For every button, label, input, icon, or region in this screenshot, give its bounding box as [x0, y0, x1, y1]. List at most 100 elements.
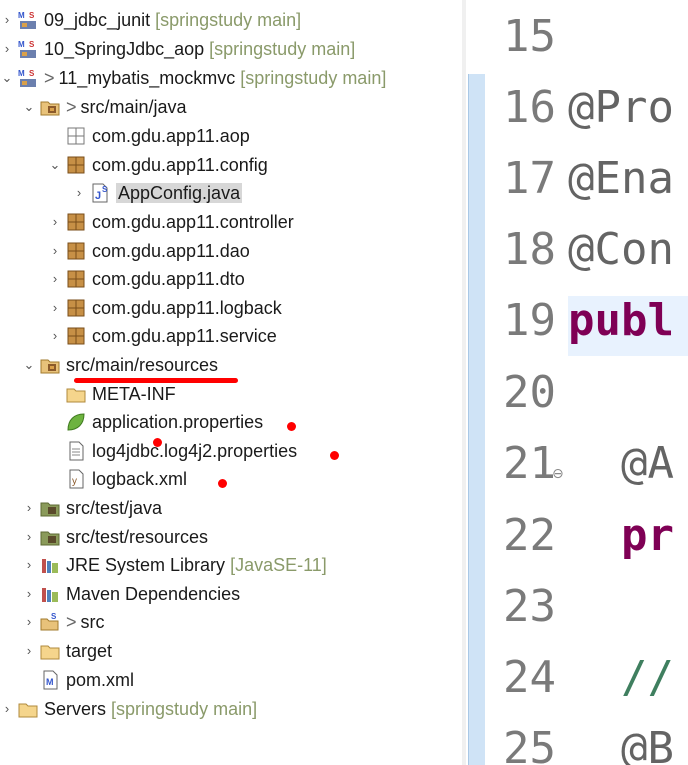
code-line[interactable]: @Pro [568, 79, 674, 137]
code-line[interactable]: publ [568, 292, 674, 350]
change-marker: > [44, 68, 55, 88]
tree-item-label: log4jdbc.log4j2.properties [92, 441, 298, 461]
maven-project-icon: MS [18, 68, 38, 88]
collapse-arrow-icon[interactable]: › [22, 551, 36, 579]
collapse-arrow-icon[interactable]: › [0, 695, 14, 723]
tree-item-label: src/test/resources [66, 527, 209, 547]
tree-item-label: 09_jdbc_junit [44, 10, 151, 30]
library-icon [40, 555, 60, 575]
collapse-arrow-icon[interactable]: › [48, 294, 62, 322]
empty-package-icon [66, 126, 86, 146]
xml-file-icon: y [66, 469, 86, 489]
tree-item-label: JRE System Library [66, 555, 226, 575]
package-icon [66, 326, 86, 346]
repo-decoration: [springstudy main] [155, 10, 302, 30]
tree-item-label: 10_SpringJdbc_aop [44, 39, 205, 59]
tree-item-label: AppConfig.java [116, 183, 243, 203]
code-line[interactable]: @B [568, 720, 674, 765]
change-marker: > [66, 97, 77, 117]
line-number: 15 [503, 11, 556, 62]
text-file-icon [66, 441, 86, 461]
tree-item-label: src/main/java [80, 97, 187, 117]
expand-arrow-icon[interactable]: ⌄ [22, 351, 36, 379]
collapse-arrow-icon[interactable]: › [22, 580, 36, 608]
code-line[interactable]: @Con [568, 221, 674, 279]
tree-item-label: src/main/resources [66, 355, 219, 375]
red-dot-mark [330, 451, 339, 460]
maven-project-icon: MS [18, 39, 38, 59]
tree-item-label: com.gdu.app11.controller [92, 212, 294, 232]
tree-item-label: Servers [44, 699, 107, 719]
change-marker: > [66, 612, 77, 632]
svg-text:M: M [18, 69, 25, 78]
tree-item-label: Maven Dependencies [66, 584, 241, 604]
package-icon [66, 241, 86, 261]
repo-decoration: [JavaSE-11] [230, 555, 327, 575]
tree-item-label: com.gdu.app11.dto [92, 269, 245, 289]
overview-ruler[interactable] [468, 74, 485, 765]
svg-text:M: M [18, 11, 25, 20]
collapse-arrow-icon[interactable]: › [22, 608, 36, 636]
tree-item-label: logback.xml [92, 469, 188, 489]
svg-text:S: S [51, 612, 57, 621]
line-number: 16 [503, 82, 556, 133]
line-number: 23 [503, 581, 556, 632]
code-line[interactable]: @Ena [568, 150, 674, 208]
tree-item-label: com.gdu.app11.logback [92, 298, 282, 318]
test-folder-icon [40, 498, 60, 518]
svg-text:M: M [46, 677, 54, 687]
line-number: 21 [503, 438, 556, 489]
maven-pom-icon: M [40, 670, 60, 690]
collapse-arrow-icon[interactable]: › [0, 6, 14, 34]
repo-decoration: [springstudy main] [240, 68, 387, 88]
svg-text:S: S [29, 40, 35, 49]
repo-decoration: [springstudy main] [111, 699, 258, 719]
expand-arrow-icon[interactable]: ⌄ [0, 64, 14, 92]
code-line[interactable]: pr [568, 507, 674, 565]
code-editor[interactable]: 15 16 @Pro 17 @Ena 18 @Con 19 publ 20 21 @A 22 pr 23… [486, 0, 688, 765]
collapse-arrow-icon[interactable]: › [48, 322, 62, 350]
package-icon [66, 212, 86, 232]
servers-folder-icon [18, 699, 38, 719]
code-line[interactable]: // [568, 649, 674, 707]
collapse-arrow-icon[interactable]: › [22, 494, 36, 522]
svg-text:M: M [18, 40, 25, 49]
maven-project-icon: MS [18, 10, 38, 30]
tree-item-label: src [80, 612, 105, 632]
tree-item-label: com.gdu.app11.config [92, 155, 268, 175]
line-number: 17 [503, 153, 556, 204]
collapse-arrow-icon[interactable]: › [48, 237, 62, 265]
spring-properties-icon [66, 412, 86, 432]
tree-item-label: application.properties [92, 412, 264, 432]
src-folder-icon: S [40, 612, 60, 632]
collapse-arrow-icon[interactable]: › [48, 208, 62, 236]
collapse-arrow-icon[interactable]: › [22, 523, 36, 551]
code-line[interactable]: @A [568, 435, 674, 493]
line-number: 25 [503, 723, 556, 765]
svg-text:J: J [95, 190, 101, 202]
repo-decoration: [springstudy main] [209, 39, 356, 59]
package-icon [66, 298, 86, 318]
collapse-arrow-icon[interactable]: › [72, 179, 86, 207]
package-icon [66, 155, 86, 175]
java-file-icon: JS [90, 183, 110, 203]
collapse-arrow-icon[interactable]: › [48, 265, 62, 293]
red-dot-mark [287, 422, 296, 431]
collapse-arrow-icon[interactable]: › [22, 637, 36, 665]
red-underline-mark [74, 378, 238, 383]
svg-text:S: S [29, 69, 35, 78]
line-number: 19 [503, 295, 556, 346]
package-icon [66, 269, 86, 289]
expand-arrow-icon[interactable]: ⌄ [48, 151, 62, 179]
expand-arrow-icon[interactable]: ⌄ [22, 93, 36, 121]
svg-text:S: S [29, 11, 35, 20]
tree-item-label: META-INF [92, 384, 176, 404]
source-folder-icon [40, 97, 60, 117]
fold-toggle-icon[interactable]: ⊖ [552, 465, 564, 482]
svg-text:S: S [102, 185, 108, 194]
line-number: 18 [503, 224, 556, 275]
line-number: 22 [503, 510, 556, 561]
collapse-arrow-icon[interactable]: › [0, 35, 14, 63]
tree-item-label: com.gdu.app11.service [92, 326, 277, 346]
tree-item-label: src/test/java [66, 498, 163, 518]
